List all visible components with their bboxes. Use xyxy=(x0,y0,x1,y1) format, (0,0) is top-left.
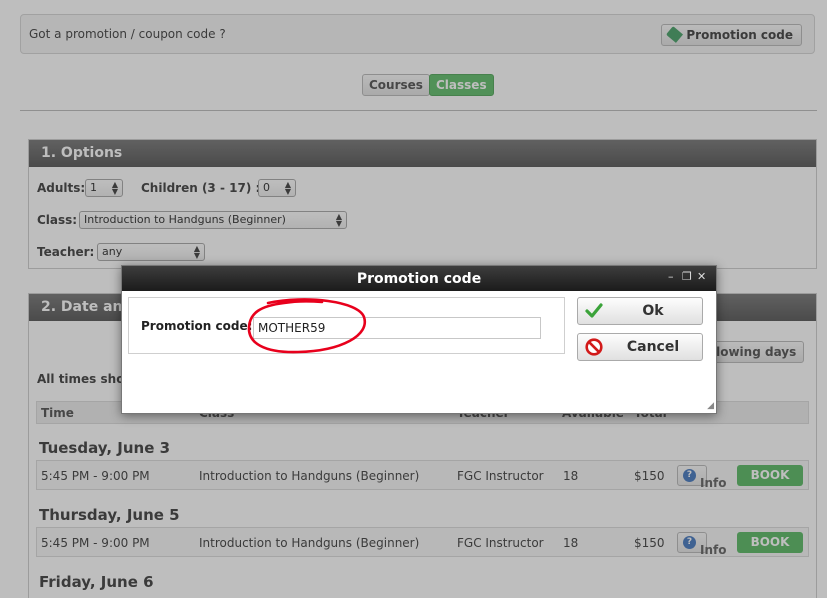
promotion-code-label: Promotion code: xyxy=(141,319,253,333)
ok-label: Ok xyxy=(642,303,664,319)
check-icon xyxy=(585,303,603,318)
close-icon[interactable]: ✕ xyxy=(697,270,706,284)
cancel-button[interactable]: Cancel xyxy=(577,333,703,361)
cancel-icon xyxy=(585,338,603,356)
cancel-label: Cancel xyxy=(626,339,680,355)
dialog-title: Promotion code xyxy=(122,266,716,291)
annotation-circle xyxy=(247,298,367,354)
ok-button[interactable]: Ok xyxy=(577,297,703,325)
restore-icon[interactable]: ❐ xyxy=(682,270,692,284)
resize-grip-icon[interactable]: ◢ xyxy=(707,401,714,411)
promotion-code-dialog: Promotion code – ❐ ✕ Promotion code: MOT… xyxy=(121,265,717,414)
minimize-icon[interactable]: – xyxy=(668,270,674,284)
